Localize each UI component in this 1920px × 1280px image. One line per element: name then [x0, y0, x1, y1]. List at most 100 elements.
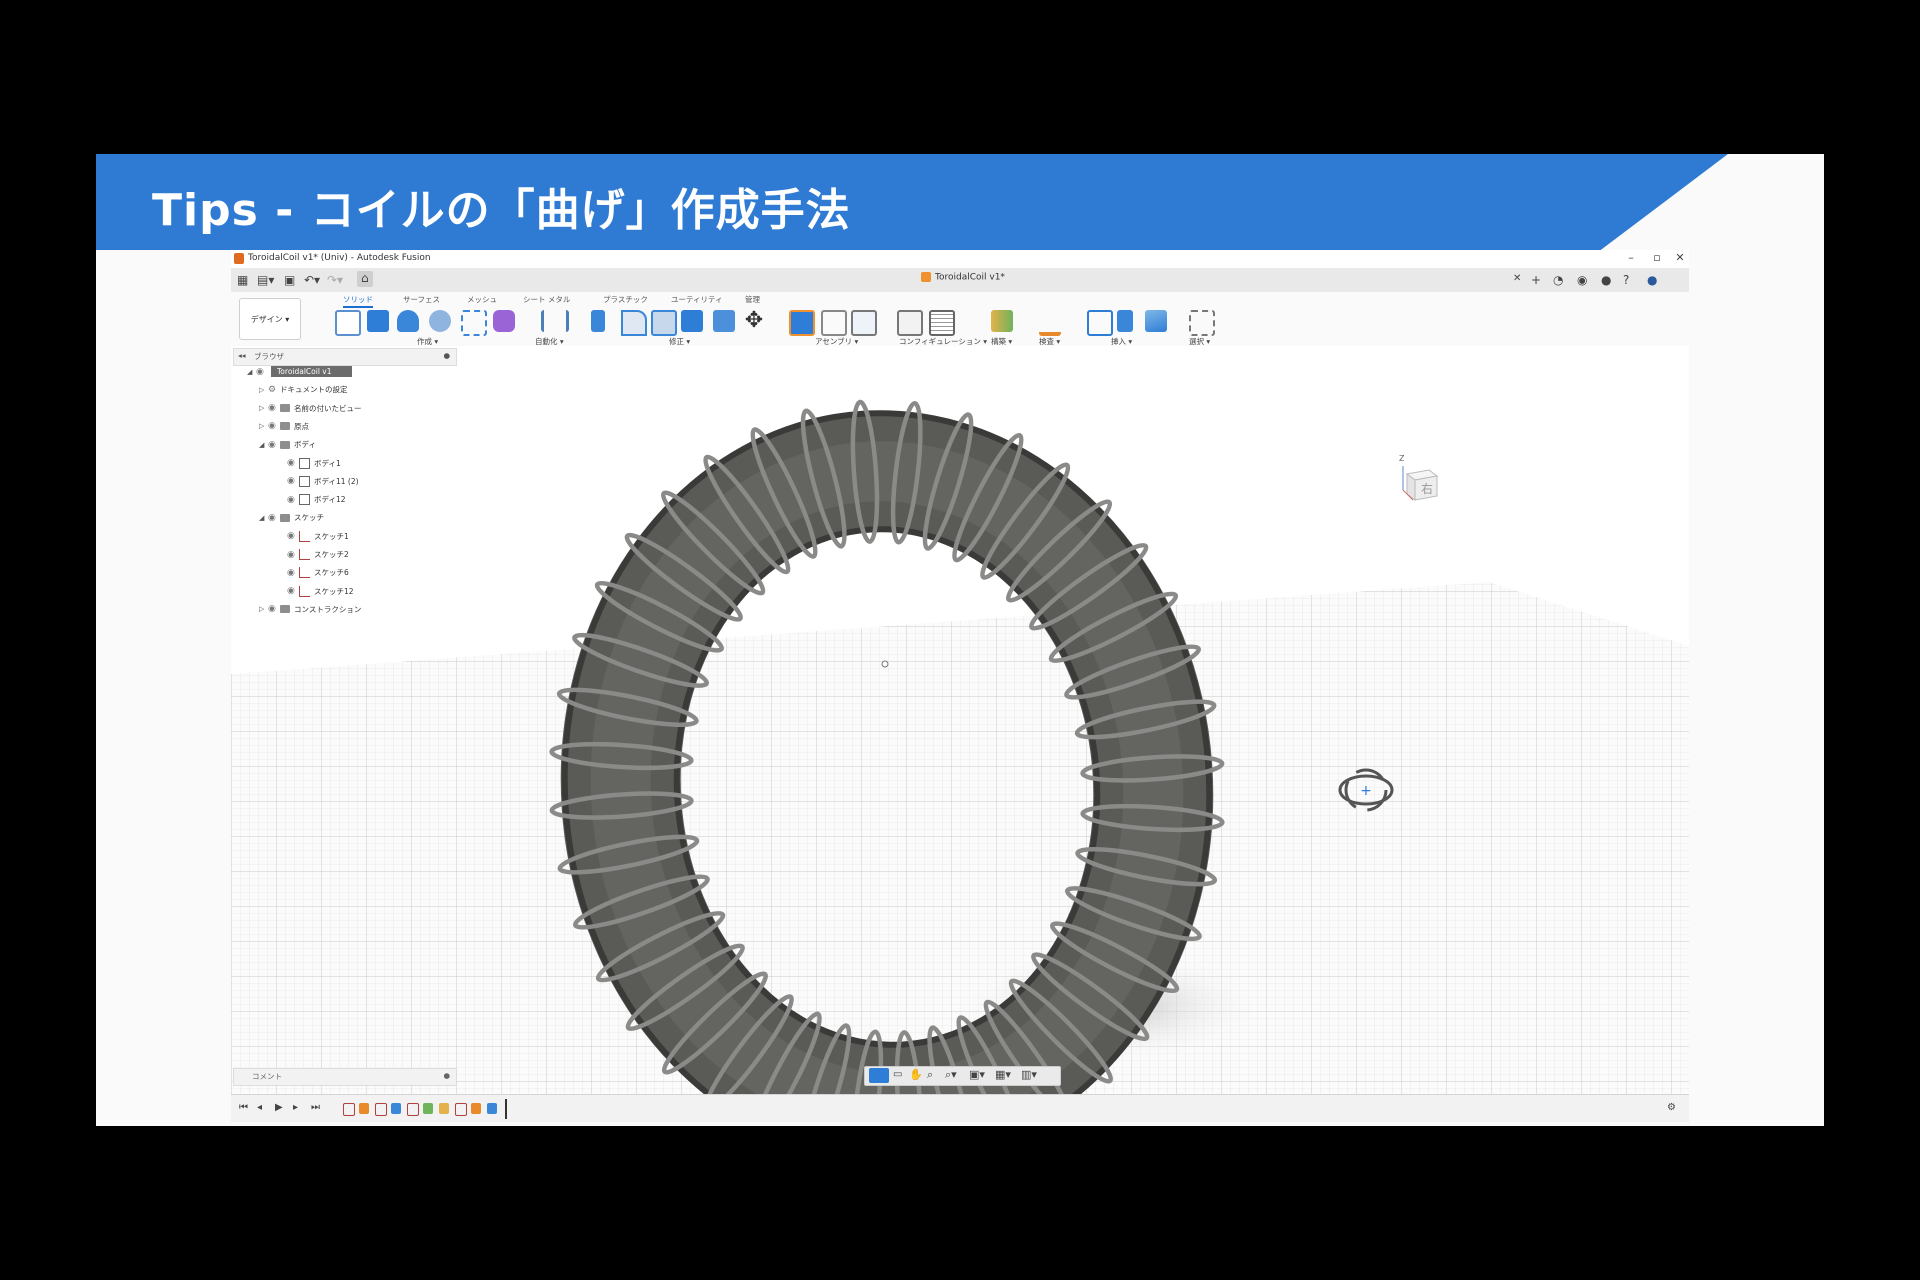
form-icon[interactable] [493, 310, 515, 332]
timeline-feature-icon[interactable] [439, 1103, 449, 1114]
timeline-feature-icon[interactable] [471, 1103, 481, 1114]
minimize-icon[interactable]: – [1619, 251, 1643, 264]
revolve-icon[interactable] [397, 310, 419, 332]
browser-child-item[interactable]: ◉ ボディ1 [287, 456, 341, 471]
collapse-browser-icon[interactable]: ◂◂ [238, 351, 246, 360]
expand-icon[interactable]: ◢ [259, 441, 268, 449]
create-sketch-icon[interactable] [335, 310, 361, 336]
visibility-icon[interactable]: ◉ [268, 403, 280, 413]
comment-panel[interactable]: コメント ● [233, 1068, 457, 1086]
timeline-sketch-icon[interactable] [375, 1103, 387, 1116]
visibility-icon[interactable]: ◉ [287, 476, 299, 486]
tab-manage[interactable]: 管理 [745, 294, 760, 305]
visibility-icon[interactable]: ◉ [287, 568, 299, 578]
help-icon[interactable]: ? [1623, 273, 1629, 287]
profile-avatar[interactable]: ● [1647, 273, 1657, 287]
insert-mesh-icon[interactable] [1117, 310, 1133, 332]
timeline-last-icon[interactable]: ⏭ [311, 1102, 320, 1113]
undo-icon[interactable]: ↶▾ [304, 273, 320, 287]
3d-viewport[interactable]: + 右 Z [231, 346, 1689, 1122]
timeline-feature-icon[interactable] [391, 1103, 401, 1114]
automate-icon[interactable] [541, 310, 569, 332]
document-tab[interactable]: ToroidalCoil v1* [921, 272, 1005, 283]
construct-plane-icon[interactable] [991, 310, 1013, 332]
new-tab-icon[interactable]: + [1531, 273, 1541, 287]
nav-pan-icon[interactable]: ✋ [909, 1068, 923, 1081]
expand-icon[interactable]: ▷ [259, 605, 268, 613]
timeline-feature-icon[interactable] [487, 1103, 497, 1114]
tab-close-icon[interactable]: ✕ [1513, 273, 1521, 284]
browser-child-item[interactable]: ◉ スケッチ6 [287, 565, 349, 580]
expand-icon[interactable]: ▷ [259, 422, 268, 430]
combine-icon[interactable] [713, 310, 735, 332]
chamfer-icon[interactable] [651, 310, 677, 336]
browser-child-item[interactable]: ◉ スケッチ1 [287, 529, 349, 544]
browser-child-item[interactable]: ◉ スケッチ2 [287, 547, 349, 562]
visibility-icon[interactable]: ◉ [268, 513, 280, 523]
file-icon[interactable]: ▤▾ [257, 273, 274, 287]
nav-display-icon[interactable]: ▣▾ [969, 1068, 985, 1081]
tab-mesh[interactable]: メッシュ [467, 294, 497, 305]
browser-child-item[interactable]: ◉ ボディ12 [287, 492, 346, 507]
close-icon[interactable]: ✕ [1668, 251, 1689, 264]
nav-fit-icon[interactable]: ⌕▾ [945, 1068, 957, 1082]
save-icon[interactable]: ▣ [284, 273, 295, 287]
configuration-table-icon[interactable] [929, 310, 955, 336]
expand-icon[interactable]: ◢ [259, 514, 268, 522]
press-pull-icon[interactable] [591, 310, 605, 332]
tab-plastic[interactable]: プラスチック [603, 294, 648, 305]
extensions-icon[interactable]: ◉ [1577, 273, 1587, 287]
nav-grid-icon[interactable]: ▦▾ [995, 1068, 1011, 1081]
expand-icon[interactable]: ▷ [259, 386, 268, 394]
timeline-play-icon[interactable]: ▶ [275, 1102, 283, 1113]
fillet-icon[interactable] [621, 310, 647, 336]
timeline-marker[interactable] [505, 1099, 507, 1119]
new-component-icon[interactable] [789, 310, 815, 336]
tab-utility[interactable]: ユーティリティ [671, 294, 723, 305]
select-icon[interactable] [1189, 310, 1215, 336]
visibility-icon[interactable]: ◉ [268, 421, 280, 431]
browser-folder-item[interactable]: ▷ ◉ 原点 [259, 419, 309, 434]
timeline-feature-icon[interactable] [423, 1103, 433, 1114]
hole-icon[interactable] [429, 310, 451, 332]
shell-icon[interactable] [681, 310, 703, 332]
nav-zoom-icon[interactable]: ⌕ [927, 1068, 933, 1082]
nav-viewports-icon[interactable]: ▥▾ [1021, 1068, 1037, 1081]
timeline-sketch-icon[interactable] [343, 1103, 355, 1116]
app-grid-icon[interactable]: ▦ [237, 273, 248, 287]
tab-surface[interactable]: サーフェス [403, 294, 440, 305]
comment-pin-icon[interactable]: ● [443, 1071, 450, 1080]
visibility-icon[interactable]: ◉ [268, 604, 280, 614]
visibility-icon[interactable]: ◉ [256, 367, 268, 377]
configure-icon[interactable] [897, 310, 923, 336]
timeline-next-icon[interactable]: ▸ [293, 1102, 298, 1113]
visibility-icon[interactable]: ◉ [287, 458, 299, 468]
extrude-icon[interactable] [367, 310, 389, 332]
redo-icon[interactable]: ↷▾ [327, 273, 343, 287]
pattern-icon[interactable] [461, 310, 487, 336]
browser-root-node[interactable]: ◢ ◉ ToroidalCoil v1 [247, 364, 352, 379]
measure-icon[interactable] [1039, 320, 1061, 336]
nav-orbit-icon[interactable] [869, 1068, 889, 1083]
maximize-icon[interactable]: ▫ [1645, 251, 1669, 264]
tab-sheet-metal[interactable]: シート メタル [523, 294, 570, 305]
insert-canvas-icon[interactable] [1145, 310, 1167, 332]
visibility-icon[interactable]: ◉ [287, 531, 299, 541]
browser-folder-item[interactable]: ▷ ◉ 名前の付いたビュー [259, 401, 362, 416]
visibility-icon[interactable]: ◉ [268, 440, 280, 450]
as-built-joint-icon[interactable] [851, 310, 877, 336]
move-icon[interactable]: ✥ [743, 310, 765, 332]
timeline-sketch-icon[interactable] [455, 1103, 467, 1116]
browser-child-item[interactable]: ◉ ボディ11 (2) [287, 474, 359, 489]
timeline-settings-icon[interactable]: ⚙ [1667, 1102, 1676, 1113]
browser-folder-item[interactable]: ◢ ◉ スケッチ [259, 510, 324, 525]
view-cube[interactable]: 右 Z [1399, 454, 1439, 504]
browser-pin-icon[interactable]: ● [443, 351, 450, 360]
browser-folder-item[interactable]: ▷ ⚙ ドキュメントの設定 [259, 382, 348, 397]
browser-folder-item[interactable]: ▷ ◉ コンストラクション [259, 602, 361, 617]
visibility-icon[interactable]: ◉ [287, 550, 299, 560]
visibility-icon[interactable]: ◉ [287, 495, 299, 505]
notifications-icon[interactable]: ● [1601, 273, 1611, 287]
browser-child-item[interactable]: ◉ スケッチ12 [287, 584, 354, 599]
visibility-icon[interactable]: ◉ [287, 586, 299, 596]
